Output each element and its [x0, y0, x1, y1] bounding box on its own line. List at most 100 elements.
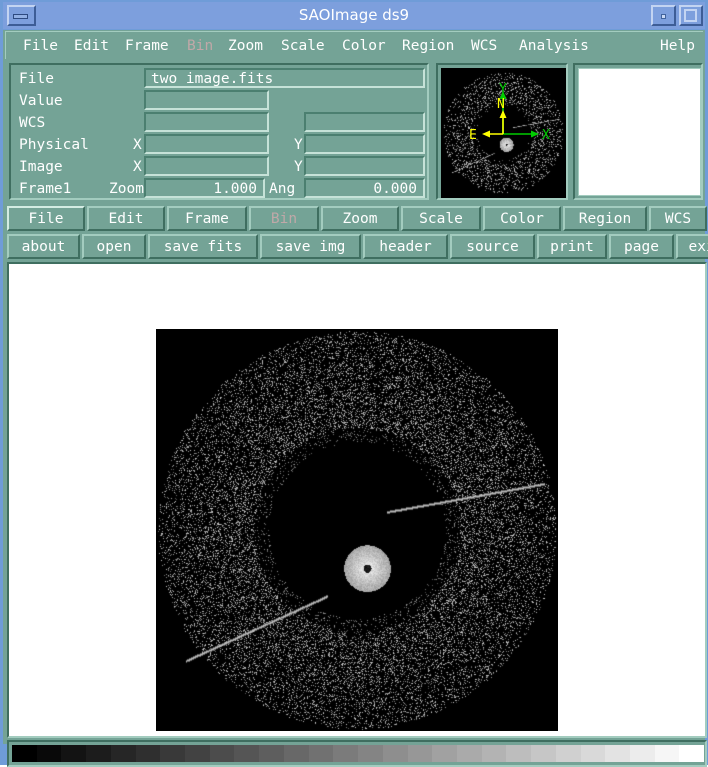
colorbar-step	[135, 745, 161, 762]
btn-exit[interactable]: exit	[676, 234, 708, 259]
btn-about[interactable]: about	[7, 234, 80, 259]
btn-edit[interactable]: Edit	[87, 206, 165, 231]
colorbar-step	[531, 745, 556, 762]
btn-frame[interactable]: Frame	[167, 206, 247, 231]
btn-zoom[interactable]: Zoom	[321, 206, 399, 231]
colorbar-step	[382, 745, 408, 762]
zoom-field[interactable]: 1.000	[144, 178, 265, 198]
image-canvas[interactable]	[7, 262, 707, 738]
button-bar-secondary: about open save fits save img header source pr…	[7, 234, 708, 260]
minimize-icon	[13, 14, 28, 19]
colorbar-step	[506, 745, 532, 762]
colorbar-step	[283, 745, 309, 762]
btn-bin: Bin	[249, 206, 319, 231]
ang-field[interactable]: 0.000	[304, 178, 425, 198]
image-y-field[interactable]	[304, 156, 425, 176]
file-field[interactable]: two_image.fits	[144, 68, 425, 88]
info-label-file: File	[19, 71, 54, 87]
colorbar-step	[36, 745, 62, 762]
magnifier-frame	[573, 63, 703, 200]
shade-button[interactable]	[651, 5, 676, 26]
ds9-window: SAOImage ds9 File Edit Frame Bin Zoom Scale Co…	[0, 0, 708, 767]
minimize-button[interactable]	[7, 5, 36, 26]
menu-zoom[interactable]: Zoom	[225, 36, 266, 57]
menu-wcs[interactable]: WCS	[468, 36, 500, 57]
btn-wcs[interactable]: WCS	[649, 206, 707, 231]
btn-source[interactable]: source	[450, 234, 535, 259]
colorbar-frame	[7, 740, 707, 767]
colorbar-step	[333, 745, 359, 762]
menu-scale[interactable]: Scale	[278, 36, 328, 57]
btn-file[interactable]: File	[7, 206, 85, 231]
colorbar-step	[456, 745, 482, 762]
physical-x-field[interactable]	[144, 134, 269, 154]
colorbar-step	[259, 745, 284, 762]
btn-region[interactable]: Region	[563, 206, 647, 231]
image-y-label: Y	[294, 159, 303, 175]
colorbar-step	[432, 745, 457, 762]
menu-edit[interactable]: Edit	[71, 36, 112, 57]
btn-scale[interactable]: Scale	[401, 206, 481, 231]
colorbar-step	[308, 745, 334, 762]
info-label-value: Value	[19, 93, 63, 109]
colorbar-step	[580, 745, 606, 762]
window-title: SAOImage ds9	[298, 6, 410, 24]
info-panel: File Value WCS Physical Image Frame1 X X…	[9, 63, 429, 200]
colorbar-step	[407, 745, 433, 762]
menu-frame[interactable]: Frame	[122, 36, 172, 57]
ang-label: Ang	[269, 181, 296, 197]
colorbar-step	[555, 745, 581, 762]
value-field[interactable]	[144, 90, 269, 110]
panner-frame: X Y E N	[436, 63, 568, 200]
menu-analysis[interactable]: Analysis	[516, 36, 592, 57]
wcs-field-2[interactable]	[304, 112, 425, 132]
shade-icon	[661, 14, 666, 19]
magnifier[interactable]	[578, 68, 701, 196]
panner[interactable]: X Y E N	[441, 68, 566, 198]
fits-image[interactable]	[156, 329, 558, 731]
colorbar-step	[12, 745, 37, 762]
title-bar: SAOImage ds9	[3, 2, 705, 29]
menu-bar: File Edit Frame Bin Zoom Scale Color Region WCS A…	[5, 31, 703, 59]
colorbar-step	[629, 745, 655, 762]
colorbar-step	[358, 745, 383, 762]
btn-save-img[interactable]: save img	[260, 234, 361, 259]
physical-y-field[interactable]	[304, 134, 425, 154]
btn-save-fits[interactable]: save fits	[148, 234, 258, 259]
panner-compass: X Y E N	[469, 82, 550, 143]
maximize-icon	[684, 9, 697, 22]
colorbar-step	[61, 745, 87, 762]
panner-east-label: E	[469, 128, 477, 143]
fits-image-pixels	[156, 329, 558, 731]
panner-north-label: N	[497, 97, 505, 112]
menu-help[interactable]: Help	[657, 36, 698, 57]
btn-header[interactable]: header	[363, 234, 448, 259]
colorbar-step	[605, 745, 630, 762]
colorbar-step	[110, 745, 136, 762]
colorbar-step	[86, 745, 111, 762]
wcs-field-1[interactable]	[144, 112, 269, 132]
maximize-button[interactable]	[679, 5, 703, 26]
image-x-field[interactable]	[144, 156, 269, 176]
menu-file[interactable]: File	[20, 36, 61, 57]
info-label-frame: Frame1	[19, 181, 72, 197]
colorbar-step	[679, 745, 704, 762]
info-label-wcs: WCS	[19, 115, 46, 131]
btn-color[interactable]: Color	[483, 206, 561, 231]
btn-open[interactable]: open	[82, 234, 146, 259]
panner-y-label: Y	[499, 82, 507, 97]
colorbar-step	[185, 745, 210, 762]
image-x-label: X	[133, 159, 142, 175]
colorbar[interactable]	[12, 745, 704, 762]
panner-x-label: X	[542, 128, 550, 143]
physical-y-label: Y	[294, 137, 303, 153]
colorbar-step	[654, 745, 680, 762]
menu-color[interactable]: Color	[339, 36, 389, 57]
info-label-image: Image	[19, 159, 63, 175]
menu-bin: Bin	[187, 38, 214, 54]
btn-page[interactable]: page	[609, 234, 674, 259]
colorbar-step	[209, 745, 235, 762]
btn-print[interactable]: print	[537, 234, 607, 259]
menu-region[interactable]: Region	[399, 36, 457, 57]
colorbar-step	[160, 745, 186, 762]
